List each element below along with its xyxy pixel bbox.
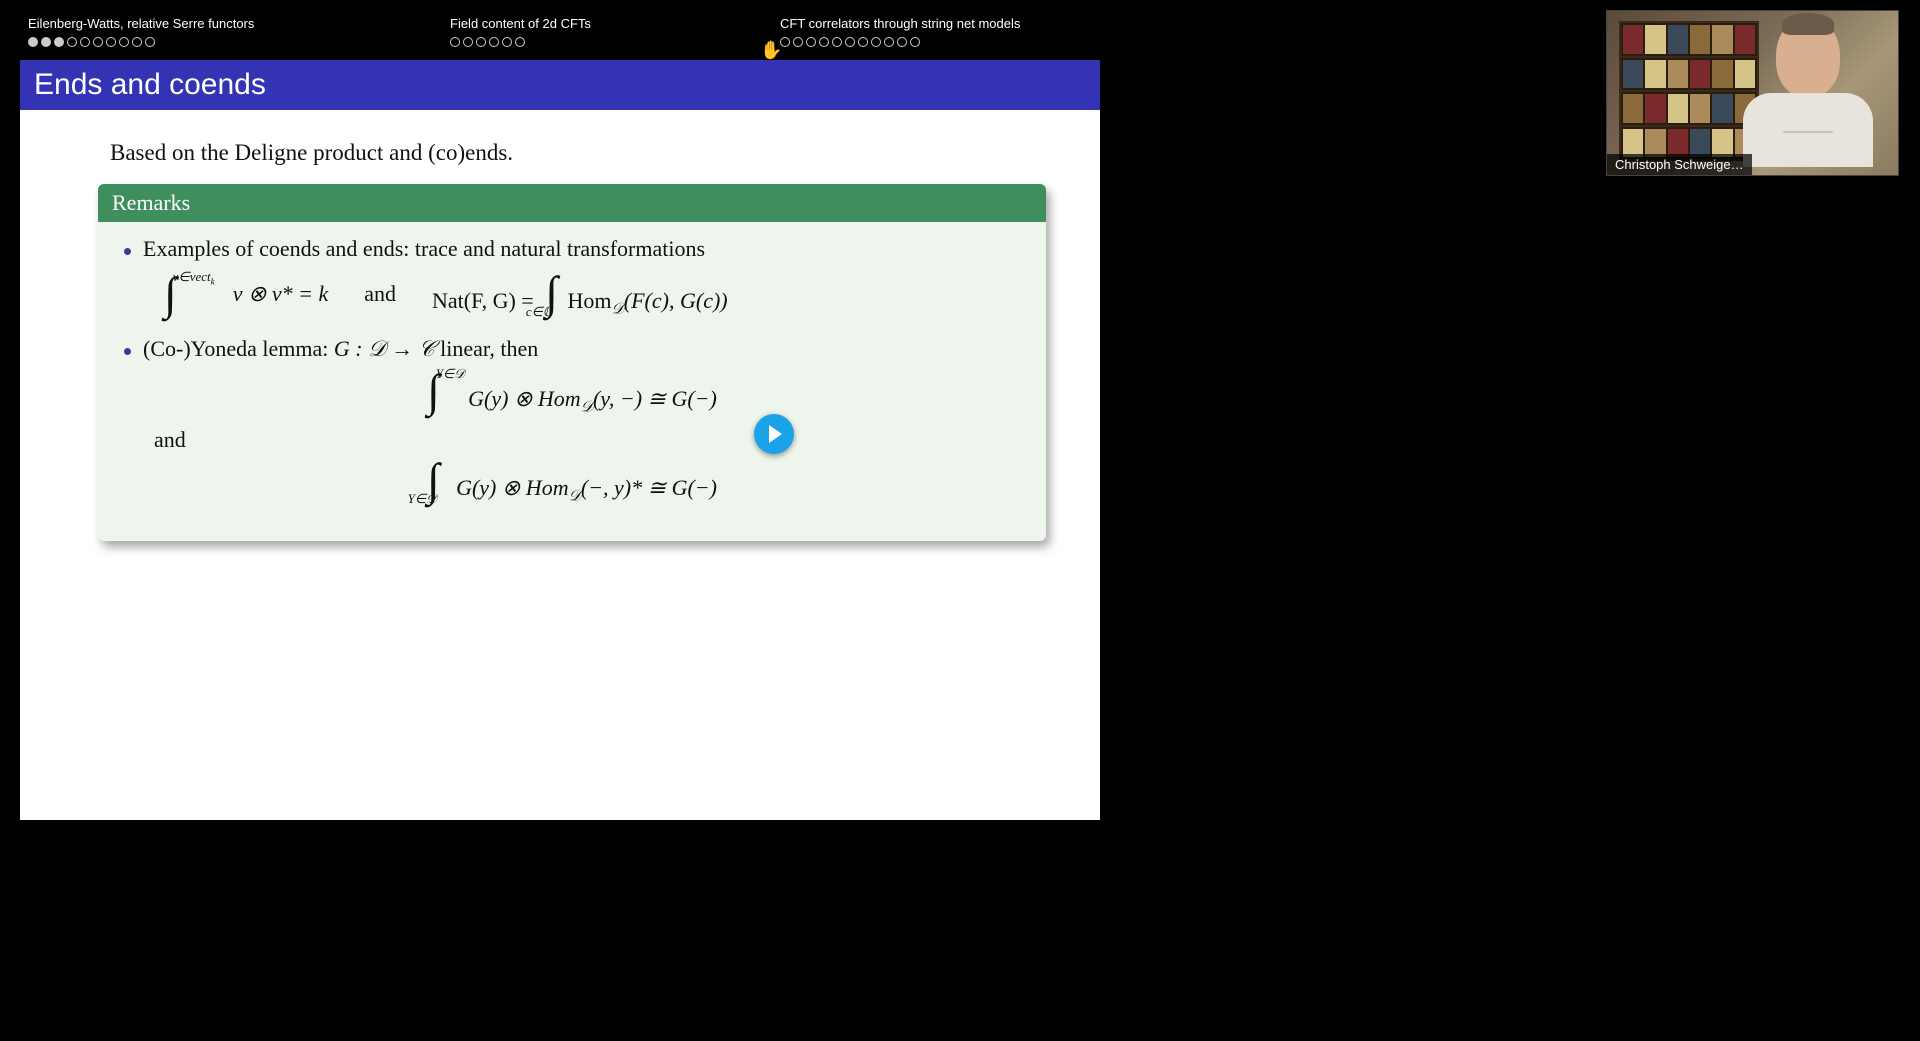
nav-section-2-title: Field content of 2d CFTs — [450, 16, 780, 31]
bullet-2: (Co-)Yoneda lemma: G : 𝒟 → 𝒞 linear, the… — [124, 336, 1020, 362]
bullet-dot-icon — [124, 248, 131, 255]
nav-progress-dot[interactable] — [489, 37, 499, 47]
nav-progress-dot[interactable] — [67, 37, 77, 47]
slide-title: Ends and coends — [20, 60, 1100, 110]
slide-intro-text: Based on the Deligne product and (co)end… — [110, 140, 1070, 166]
speaker-figure — [1738, 17, 1878, 176]
play-button[interactable] — [754, 414, 794, 454]
pointer-hand-icon: ✋ — [760, 40, 782, 61]
nav-section-3[interactable]: CFT correlators through string net model… — [780, 16, 1100, 60]
nav-progress-dot[interactable] — [858, 37, 868, 47]
coend-integral-1: ∫ v∈vectk — [164, 271, 219, 317]
equation-2: ∫ Y∈𝒟 G(y) ⊗ Hom𝒟(y, −) ≅ G(−) — [124, 368, 1020, 416]
remarks-box: Remarks Examples of coends and ends: tra… — [98, 184, 1046, 541]
nav-progress-dot[interactable] — [28, 37, 38, 47]
nav-progress-dot[interactable] — [845, 37, 855, 47]
nav-section-1[interactable]: Eilenberg-Watts, relative Serre functors — [20, 16, 450, 60]
eq1-body: v ⊗ v* = k — [233, 281, 329, 307]
slide-nav-bar: Eilenberg-Watts, relative Serre functors… — [20, 10, 1100, 60]
and-text: and — [154, 427, 1020, 453]
nav-progress-dot[interactable] — [54, 37, 64, 47]
bullet-1-text: Examples of coends and ends: trace and n… — [143, 236, 705, 262]
nav-progress-dot[interactable] — [119, 37, 129, 47]
nav-section-3-dots — [780, 37, 1100, 47]
nav-progress-dot[interactable] — [106, 37, 116, 47]
nav-section-2-dots — [450, 37, 780, 47]
presentation-stage: Eilenberg-Watts, relative Serre functors… — [0, 0, 1498, 841]
nav-progress-dot[interactable] — [832, 37, 842, 47]
play-icon — [769, 425, 782, 443]
bullet-2-text: (Co-)Yoneda lemma: G : 𝒟 → 𝒞 linear, the… — [143, 336, 538, 362]
nav-progress-dot[interactable] — [450, 37, 460, 47]
remarks-heading: Remarks — [98, 184, 1046, 222]
nav-section-1-title: Eilenberg-Watts, relative Serre functors — [28, 16, 450, 31]
nav-progress-dot[interactable] — [93, 37, 103, 47]
eq1-nat: Nat(F, G) = ∫ c∈ℂ Hom𝒟(F(c), G(c)) — [432, 270, 728, 318]
eq1-and: and — [364, 281, 396, 307]
nav-progress-dot[interactable] — [819, 37, 829, 47]
nav-progress-dot[interactable] — [515, 37, 525, 47]
nav-progress-dot[interactable] — [910, 37, 920, 47]
nav-progress-dot[interactable] — [884, 37, 894, 47]
bullet-1: Examples of coends and ends: trace and n… — [124, 236, 1020, 262]
nav-progress-dot[interactable] — [132, 37, 142, 47]
nav-progress-dot[interactable] — [806, 37, 816, 47]
nav-progress-dot[interactable] — [793, 37, 803, 47]
slide: Eilenberg-Watts, relative Serre functors… — [20, 10, 1100, 820]
nav-progress-dot[interactable] — [476, 37, 486, 47]
equation-row-1: ∫ v∈vectk v ⊗ v* = k and Nat(F, G) = ∫ c… — [164, 270, 1020, 318]
nav-progress-dot[interactable] — [463, 37, 473, 47]
speaker-name-label: Christoph Schweige… — [1607, 154, 1752, 175]
nav-progress-dot[interactable] — [145, 37, 155, 47]
equation-3: ∫ Y∈𝒟 G(y) ⊗ Hom𝒟(−, y)* ≅ G(−) — [124, 457, 1020, 505]
nav-progress-dot[interactable] — [502, 37, 512, 47]
nav-progress-dot[interactable] — [41, 37, 51, 47]
nav-progress-dot[interactable] — [871, 37, 881, 47]
nav-section-3-title: CFT correlators through string net model… — [780, 16, 1100, 31]
speaker-webcam[interactable]: Christoph Schweige… — [1606, 10, 1899, 176]
nav-section-2[interactable]: Field content of 2d CFTs — [450, 16, 780, 60]
bullet-dot-icon — [124, 348, 131, 355]
slide-body: Based on the Deligne product and (co)end… — [20, 110, 1100, 541]
nav-progress-dot[interactable] — [80, 37, 90, 47]
nav-progress-dot[interactable] — [897, 37, 907, 47]
nav-section-1-dots — [28, 37, 450, 47]
remarks-body: Examples of coends and ends: trace and n… — [98, 222, 1046, 541]
